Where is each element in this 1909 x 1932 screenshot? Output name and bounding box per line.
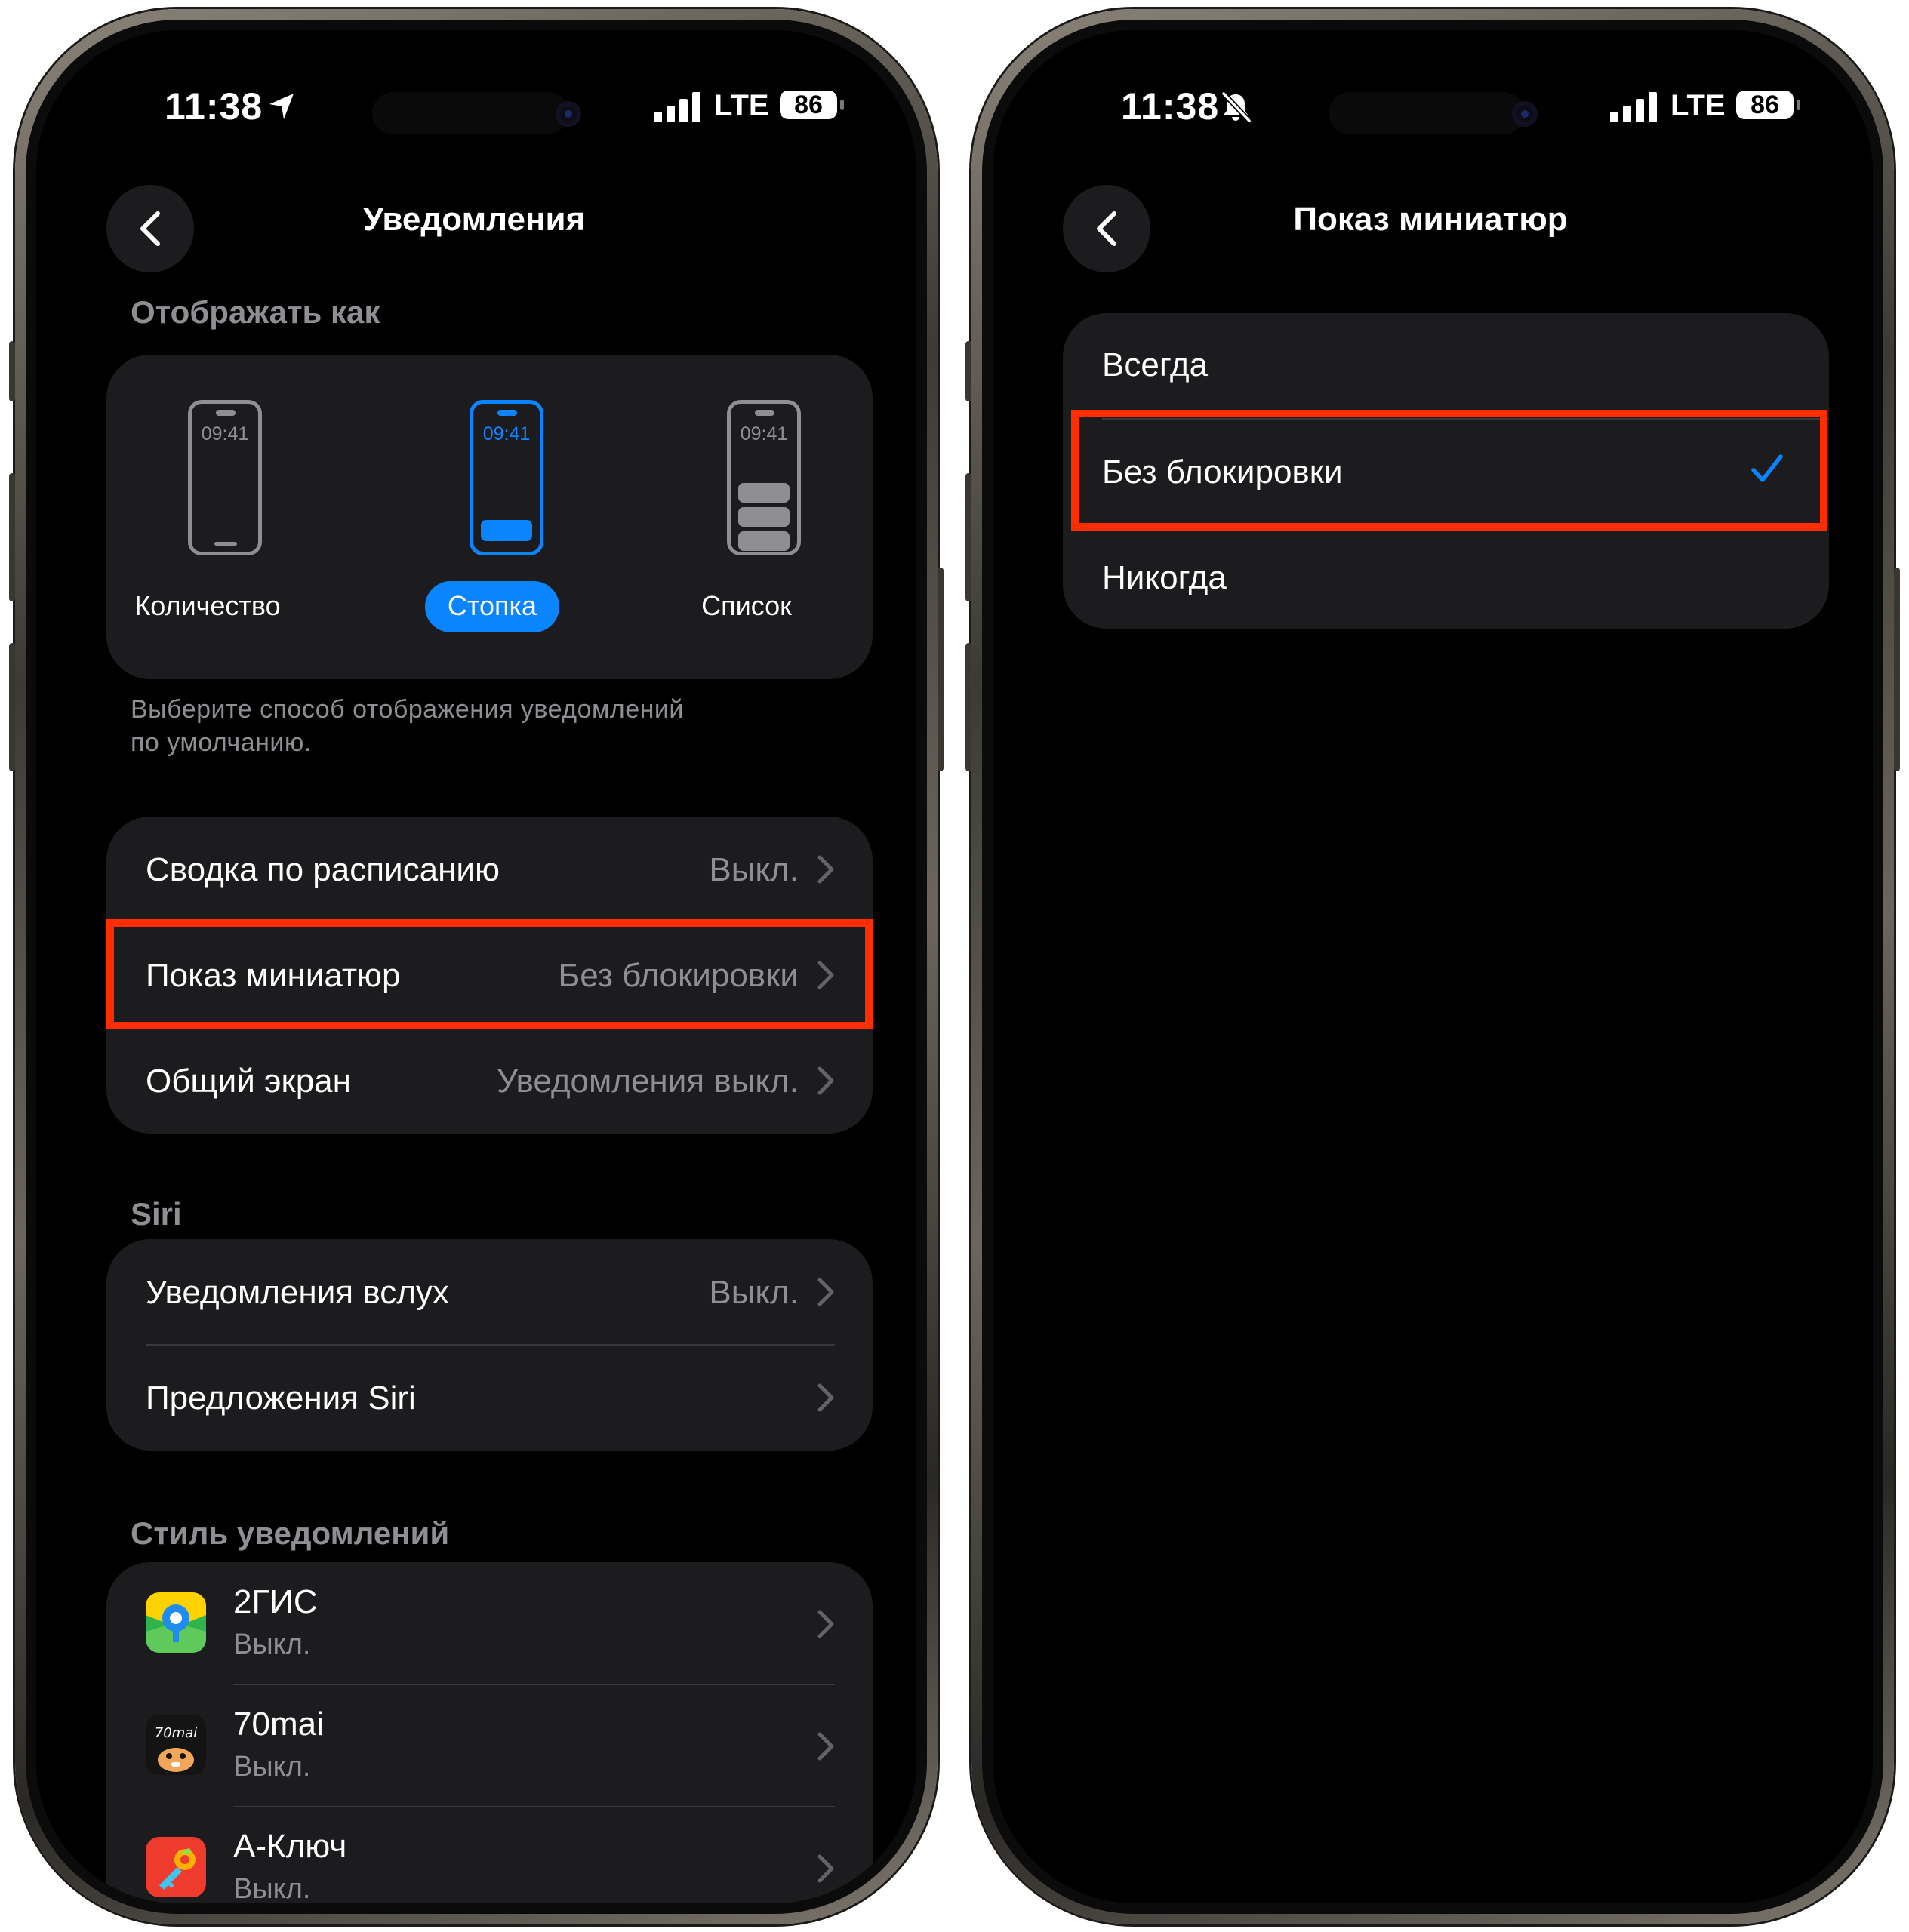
status-time: 11:38 [1121, 85, 1220, 128]
highlight-box [1071, 410, 1827, 531]
style-option-label: Количество [134, 590, 281, 621]
style-option-stack[interactable]: 09:41 Стопка [391, 400, 587, 649]
app-2gis-icon [146, 1592, 206, 1653]
phone-volume-up [965, 473, 971, 601]
page-title: Показ миниатюр [1293, 201, 1568, 238]
chevron-right-icon [817, 1732, 834, 1761]
style-option-list[interactable]: 09:41 Список [648, 400, 845, 649]
app-list-group: 2ГИС Выкл. 70mai 70mai Выкл. A-Ключ Выкл… [106, 1562, 873, 1903]
battery-indicator: 86 [780, 91, 844, 119]
battery-indicator: 86 [1736, 91, 1800, 119]
option-never[interactable]: Никогда [1063, 525, 1829, 630]
chevron-right-icon [817, 1066, 834, 1095]
back-button[interactable] [106, 185, 194, 272]
chevron-right-icon [817, 1278, 834, 1306]
status-bar: 11:38 LTE 86 [993, 85, 1873, 137]
bell-slash-icon [1221, 91, 1252, 124]
signal-bars-icon [654, 92, 700, 122]
left-phone: 11:38 LTE 86 Уведомления Отображать как [9, 9, 944, 1924]
siri-group: Уведомления вслух Выкл. Предложения Siri [106, 1239, 873, 1451]
phone-preview-icon: 09:41 [727, 400, 801, 555]
chevron-right-icon [817, 1854, 834, 1883]
phone-action-button [965, 341, 971, 401]
phone-volume-down [9, 643, 15, 771]
row-announce-notifications[interactable]: Уведомления вслух Выкл. [106, 1239, 873, 1345]
right-screen: 11:38 LTE 86 Показ миниатюр Всегда Без б… [993, 30, 1873, 1903]
status-bar: 11:38 LTE 86 [36, 85, 916, 137]
style-option-label: Список [701, 590, 792, 621]
right-phone: 11:38 LTE 86 Показ миниатюр Всегда Без б… [965, 9, 1900, 1924]
chevron-left-icon [1097, 211, 1116, 246]
row-screen-sharing[interactable]: Общий экран Уведомления выкл. [106, 1028, 873, 1134]
app-row-70mai[interactable]: 70mai 70mai Выкл. [106, 1684, 873, 1807]
phone-action-button [9, 341, 15, 401]
row-scheduled-summary[interactable]: Сводка по расписанию Выкл. [106, 817, 873, 922]
style-option-label: Стопка [447, 590, 537, 621]
app-row-a-key[interactable]: A-Ключ Выкл. [106, 1807, 873, 1903]
phone-preview-icon: 09:41 [470, 400, 543, 555]
network-type: LTE [714, 89, 769, 122]
style-option-count[interactable]: 09:41 Количество [109, 400, 306, 649]
app-row-2gis[interactable]: 2ГИС Выкл. [106, 1562, 873, 1684]
option-always[interactable]: Всегда [1063, 313, 1829, 419]
network-type: LTE [1670, 89, 1726, 122]
back-button[interactable] [1063, 185, 1150, 272]
phone-power-button [938, 568, 944, 771]
signal-bars-icon [1610, 92, 1657, 122]
app-a-key-icon [146, 1837, 206, 1897]
phone-power-button [1894, 568, 1900, 771]
phone-preview-icon: 09:41 [188, 400, 262, 555]
display-style-picker: 09:41 Количество 09:41 Стопка 09:41 Спис… [106, 355, 873, 679]
row-siri-suggestions[interactable]: Предложения Siri [106, 1345, 873, 1451]
phone-volume-up [9, 473, 15, 601]
chevron-right-icon [817, 1610, 834, 1638]
location-arrow-icon [269, 94, 294, 119]
chevron-right-icon [817, 855, 834, 884]
chevron-right-icon [817, 1383, 834, 1412]
phone-volume-down [965, 643, 971, 771]
selected-pill: Стопка [425, 581, 559, 632]
section-header-siri: Siri [131, 1196, 182, 1232]
left-screen: 11:38 LTE 86 Уведомления Отображать как [36, 30, 916, 1903]
status-time: 11:38 [165, 85, 263, 128]
section-header-notification-style: Стиль уведомлений [131, 1515, 450, 1551]
highlight-box [106, 919, 873, 1029]
display-footer: Выберите способ отображения уведомлений … [131, 695, 684, 757]
svg-text:70mai: 70mai [155, 1725, 197, 1741]
chevron-left-icon [140, 211, 160, 246]
section-header-display: Отображать как [131, 294, 380, 330]
app-70mai-icon: 70mai [146, 1715, 206, 1775]
page-title: Уведомления [362, 201, 586, 238]
